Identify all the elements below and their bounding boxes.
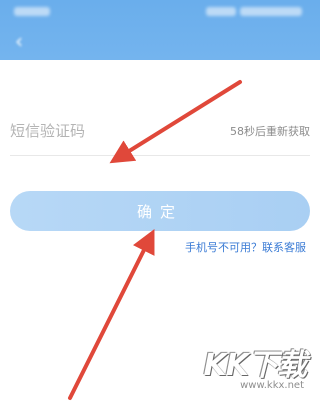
help-links: 手机号不可用？联系客服 (185, 239, 306, 255)
watermark-url: www.kkx.net (240, 380, 304, 391)
app-header: ‹ (0, 0, 320, 60)
status-right-icons (206, 7, 236, 16)
status-battery (240, 7, 302, 16)
nav-bar: ‹ (0, 26, 320, 60)
watermark: KK下载 www.kkx.net (194, 336, 314, 400)
back-arrow-icon[interactable]: ‹ (10, 30, 28, 52)
verification-code-input[interactable] (10, 118, 180, 144)
contact-service-link[interactable]: 联系客服 (262, 241, 306, 254)
status-left-icons (14, 7, 50, 16)
verification-code-row: 58秒后重新获取 (10, 118, 310, 144)
resend-countdown[interactable]: 58秒后重新获取 (230, 123, 310, 139)
input-divider (10, 155, 310, 156)
phone-unavailable-link[interactable]: 手机号不可用？ (185, 241, 262, 254)
confirm-button[interactable]: 确定 (10, 191, 310, 231)
arrow-to-confirm-button (68, 229, 155, 400)
phone-number-label (10, 70, 210, 90)
watermark-brand: KK下载 (203, 348, 307, 383)
status-bar (0, 0, 320, 22)
